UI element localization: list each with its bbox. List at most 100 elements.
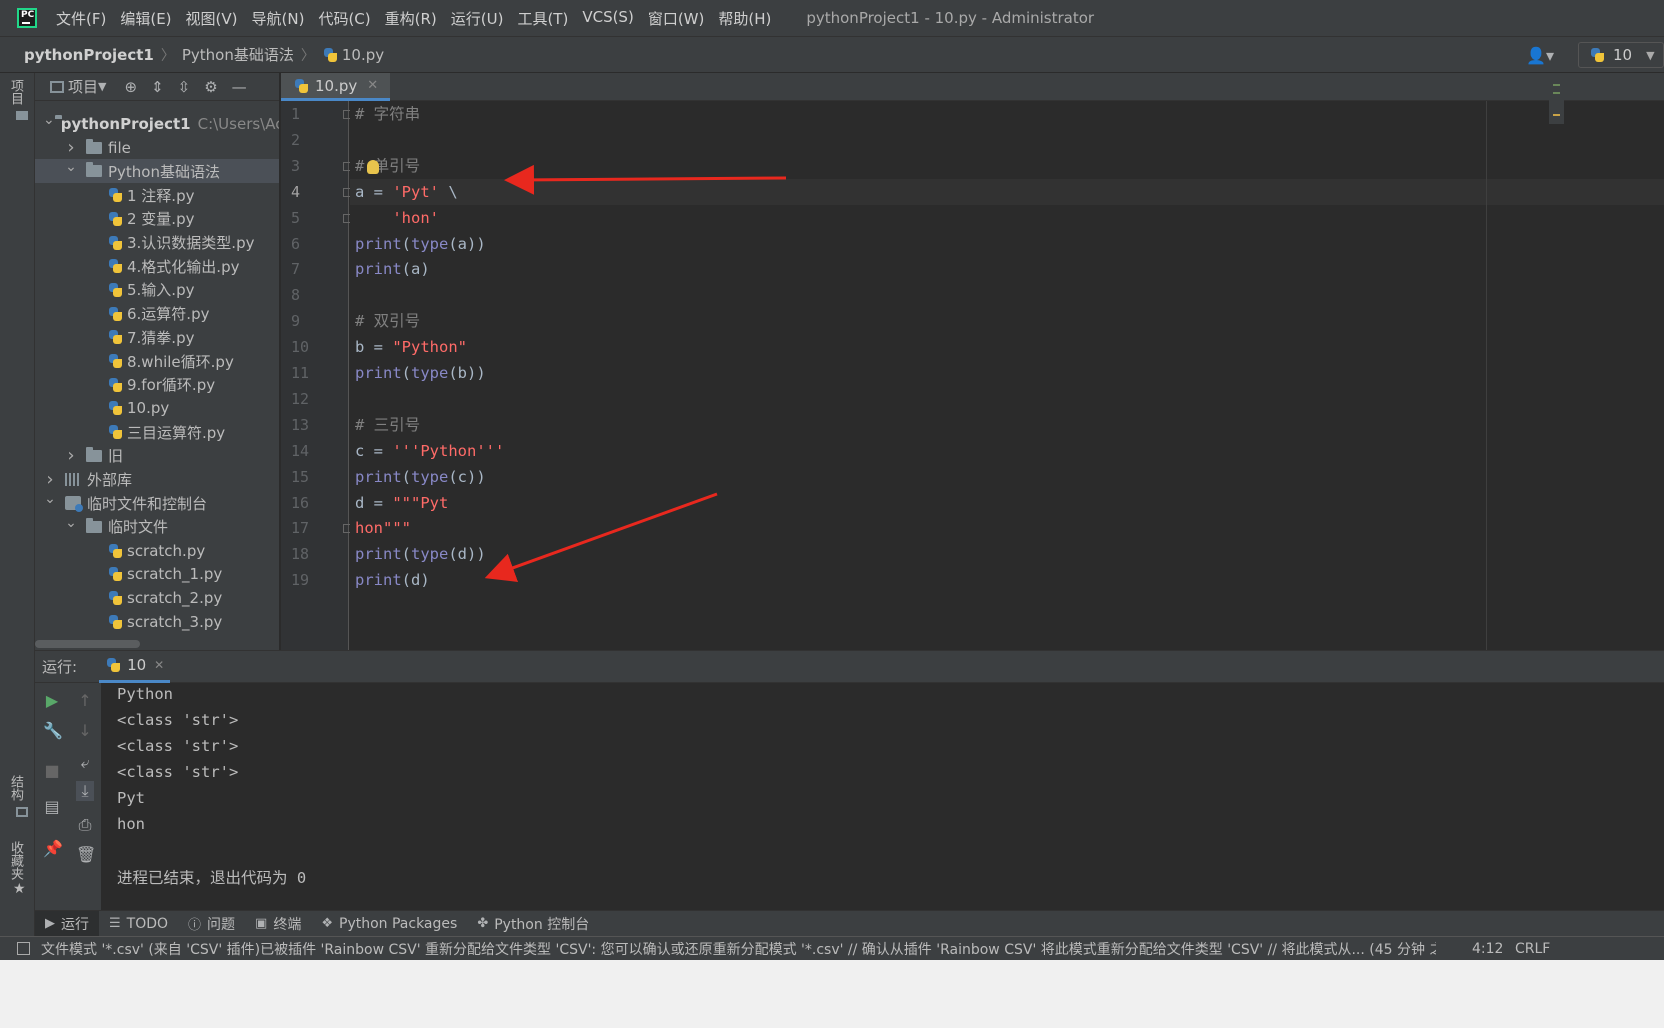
rerun-icon[interactable]: ▶ bbox=[43, 691, 61, 710]
menu-item[interactable]: 文件(F) bbox=[49, 8, 113, 29]
bottom-tab-python-console[interactable]: ✤ Python 控制台 bbox=[467, 911, 599, 937]
structure-tool-tab[interactable]: 结构 bbox=[6, 775, 25, 801]
tree-item[interactable]: ⌄ pythonProject1 C:\Users\Ac bbox=[35, 112, 279, 136]
tree-item[interactable]: 5.输入.py bbox=[35, 278, 279, 302]
scratches-icon bbox=[65, 496, 83, 513]
menu-item[interactable]: 代码(C) bbox=[311, 8, 377, 29]
favorites-tool-tab[interactable]: 收藏夹 bbox=[6, 841, 25, 880]
chevron-down-icon[interactable]: ⌄ bbox=[43, 112, 55, 128]
pin-icon[interactable]: 📌 bbox=[43, 839, 63, 858]
cursor-position[interactable]: 4:12 bbox=[1472, 941, 1503, 957]
chevron-right-icon[interactable]: › bbox=[64, 137, 78, 158]
layout-icon[interactable]: ▤ bbox=[43, 797, 61, 816]
tree-item[interactable]: 9.for循环.py bbox=[35, 373, 279, 397]
tree-item[interactable]: ⌄ 临时文件和控制台 bbox=[35, 491, 279, 515]
code-editor[interactable]: # 字符串 # 单引号 a = 'Pyt' \ 'hon' print(type(a)… bbox=[350, 101, 1664, 650]
tree-item[interactable]: ⌄ 临时文件 bbox=[35, 515, 279, 539]
tree-item[interactable]: 4.格式化输出.py bbox=[35, 254, 279, 278]
tree-item[interactable]: 2 变量.py bbox=[35, 207, 279, 231]
menu-item[interactable]: VCS(S) bbox=[575, 8, 640, 29]
tree-item[interactable]: 7.猜拳.py bbox=[35, 325, 279, 349]
arrow-up-icon[interactable]: ↑ bbox=[76, 691, 94, 710]
scroll-to-end-icon[interactable]: ⤓ bbox=[76, 781, 94, 801]
tree-item[interactable]: ⌄ Python基础语法 bbox=[35, 159, 279, 184]
chevron-down-icon[interactable]: ⌄ bbox=[43, 491, 57, 507]
menu-item[interactable]: 重构(R) bbox=[378, 8, 444, 29]
tree-item[interactable]: › 外部库 bbox=[35, 468, 279, 492]
folder-icon bbox=[16, 111, 28, 120]
tree-item[interactable]: scratch.py bbox=[35, 539, 279, 563]
arrow-down-icon[interactable]: ↓ bbox=[76, 721, 94, 740]
tree-item[interactable]: scratch_2.py bbox=[35, 586, 279, 610]
tree-item[interactable]: 1 注释.py bbox=[35, 183, 279, 207]
menu-item[interactable]: 编辑(E) bbox=[113, 8, 178, 29]
tree-item[interactable]: › 旧 bbox=[35, 444, 279, 468]
menu-item[interactable]: 视图(V) bbox=[179, 8, 245, 29]
chevron-right-icon[interactable]: › bbox=[43, 469, 57, 490]
menu-item[interactable]: 运行(U) bbox=[444, 8, 511, 29]
bottom-tab-problems[interactable]: ⓘ 问题 bbox=[178, 911, 245, 937]
gear-icon[interactable]: ⚙ bbox=[204, 78, 217, 96]
menu-item[interactable]: 工具(T) bbox=[510, 8, 575, 29]
console-line: Pyt bbox=[117, 788, 145, 807]
stop-icon[interactable]: ■ bbox=[43, 761, 61, 780]
bottom-tab-terminal[interactable]: ▣ 终端 bbox=[245, 911, 311, 937]
tree-item[interactable]: 10.py bbox=[35, 396, 279, 420]
print-icon[interactable]: ⎙ bbox=[76, 815, 94, 835]
breadcrumb-file[interactable]: 10.py bbox=[342, 46, 384, 64]
trash-icon[interactable]: 🗑 bbox=[76, 845, 96, 864]
tree-item-label: pythonProject1 bbox=[60, 115, 191, 133]
status-message[interactable]: 文件模式 '*.csv' (来自 'CSV' 插件)已被插件 'Rainbow … bbox=[41, 939, 1436, 959]
code-token: 'hon' bbox=[392, 208, 439, 227]
close-icon[interactable]: ✕ bbox=[367, 78, 378, 93]
user-account-icon[interactable]: 👤▾ bbox=[1526, 46, 1554, 65]
run-config-selector[interactable]: 10 ▼ bbox=[1578, 42, 1664, 68]
chevron-down-icon[interactable]: ⌄ bbox=[64, 159, 78, 175]
menu-item[interactable]: 导航(N) bbox=[245, 8, 312, 29]
project-panel-title[interactable]: 项目 bbox=[68, 76, 98, 97]
tree-item[interactable]: 6.运算符.py bbox=[35, 302, 279, 326]
locate-file-icon[interactable]: ⊕ bbox=[124, 78, 137, 96]
python-file-icon bbox=[107, 187, 123, 203]
breadcrumb-separator-icon: 〉 bbox=[300, 47, 315, 64]
editor-scroll-markers[interactable] bbox=[1549, 76, 1564, 124]
breadcrumb-folder[interactable]: Python基础语法 bbox=[182, 44, 294, 65]
expand-all-icon[interactable]: ⇕ bbox=[151, 78, 164, 96]
tab-10-py[interactable]: 10.py ✕ bbox=[281, 73, 391, 101]
breadcrumb-project[interactable]: pythonProject1 bbox=[24, 46, 154, 64]
code-token: c = bbox=[355, 441, 393, 460]
hide-panel-icon[interactable]: — bbox=[232, 78, 247, 96]
line-number: 4 bbox=[291, 182, 301, 201]
project-tool-tab[interactable]: 项目 bbox=[6, 79, 25, 105]
tree-item[interactable]: › file bbox=[35, 136, 279, 160]
bottom-tab-todo[interactable]: ☰ TODO bbox=[99, 911, 178, 937]
chevron-right-icon[interactable]: › bbox=[64, 445, 78, 466]
folder-icon bbox=[86, 162, 102, 178]
bottom-tab-packages[interactable]: ❖ Python Packages bbox=[311, 911, 467, 937]
console-output[interactable]: Python <class 'str'> <class 'str'> <class '… bbox=[103, 683, 1664, 911]
soft-wrap-icon[interactable]: ⤶ bbox=[76, 753, 94, 773]
tree-item[interactable]: 三目运算符.py bbox=[35, 420, 279, 444]
line-number: 16 bbox=[291, 493, 310, 512]
line-number: 1 bbox=[291, 105, 301, 123]
status-toggle-icon[interactable] bbox=[17, 942, 30, 955]
horizontal-scrollbar[interactable] bbox=[35, 640, 140, 648]
intention-bulb-icon[interactable] bbox=[367, 160, 379, 174]
line-number: 19 bbox=[291, 571, 310, 590]
collapse-all-icon[interactable]: ⇳ bbox=[178, 78, 191, 96]
code-token: type bbox=[411, 364, 449, 382]
wrench-icon[interactable]: 🔧 bbox=[43, 721, 63, 740]
tree-item[interactable]: scratch_1.py bbox=[35, 562, 279, 586]
tree-item[interactable]: scratch_3.py bbox=[35, 610, 279, 634]
line-ending[interactable]: CRLF bbox=[1515, 941, 1550, 957]
chevron-down-icon[interactable]: ⌄ bbox=[64, 515, 78, 531]
run-tab[interactable]: 10 ✕ bbox=[99, 651, 171, 683]
close-icon[interactable]: ✕ bbox=[154, 658, 164, 672]
bottom-tab-run[interactable]: ▶ 运行 bbox=[35, 910, 99, 937]
tree-item[interactable]: 8.while循环.py bbox=[35, 349, 279, 373]
tree-item[interactable]: 3.认识数据类型.py bbox=[35, 231, 279, 255]
python-file-icon bbox=[107, 353, 123, 369]
menu-item[interactable]: 帮助(H) bbox=[711, 8, 778, 29]
chevron-down-icon[interactable]: ▼ bbox=[98, 80, 106, 93]
menu-item[interactable]: 窗口(W) bbox=[641, 8, 712, 29]
